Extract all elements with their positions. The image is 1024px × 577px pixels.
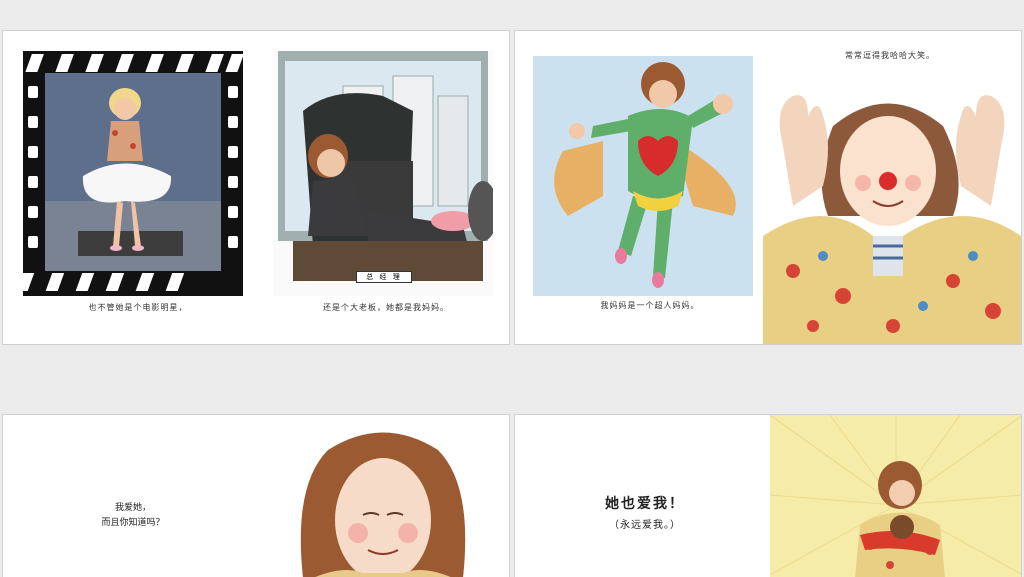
slide-2-top-caption: 常常逗得我哈哈大笑。 bbox=[845, 51, 935, 60]
super-mom-illustration bbox=[533, 56, 753, 296]
slide-3-text-line-1: 我爱她， bbox=[114, 503, 151, 513]
boss-illustration bbox=[273, 51, 493, 296]
slide-1-left-caption: 也不管她是个电影明星， bbox=[88, 303, 188, 312]
hugging-illustration bbox=[770, 415, 1021, 577]
slide-3-text-line-2: 而且你知道吗？ bbox=[101, 518, 165, 528]
slide-3[interactable]: 我爱她， 而且你知道吗？ bbox=[2, 414, 510, 577]
slide-1[interactable]: 也不管她是个电影明星， 总 经 理 还是个大老板，她都是我妈妈。 bbox=[2, 30, 510, 345]
general-manager-plaque: 总 经 理 bbox=[356, 271, 412, 283]
slide-2-left-caption: 我妈妈是一个超人妈妈。 bbox=[600, 301, 700, 310]
slide-4[interactable]: 她也爱我！ （永远爱我。） bbox=[514, 414, 1022, 577]
loving-mom-illustration bbox=[283, 425, 483, 577]
slide-4-text-line-2: （永远爱我。） bbox=[609, 520, 681, 531]
movie-star-illustration bbox=[23, 51, 243, 296]
slide-4-text-line-1: 她也爱我！ bbox=[605, 496, 685, 512]
slide-1-right-caption: 还是个大老板，她都是我妈妈。 bbox=[323, 303, 449, 312]
slide-2[interactable]: 我妈妈是一个超人妈妈。 常常逗得我哈哈大笑。 bbox=[514, 30, 1022, 345]
clown-mom-illustration bbox=[763, 86, 1021, 344]
